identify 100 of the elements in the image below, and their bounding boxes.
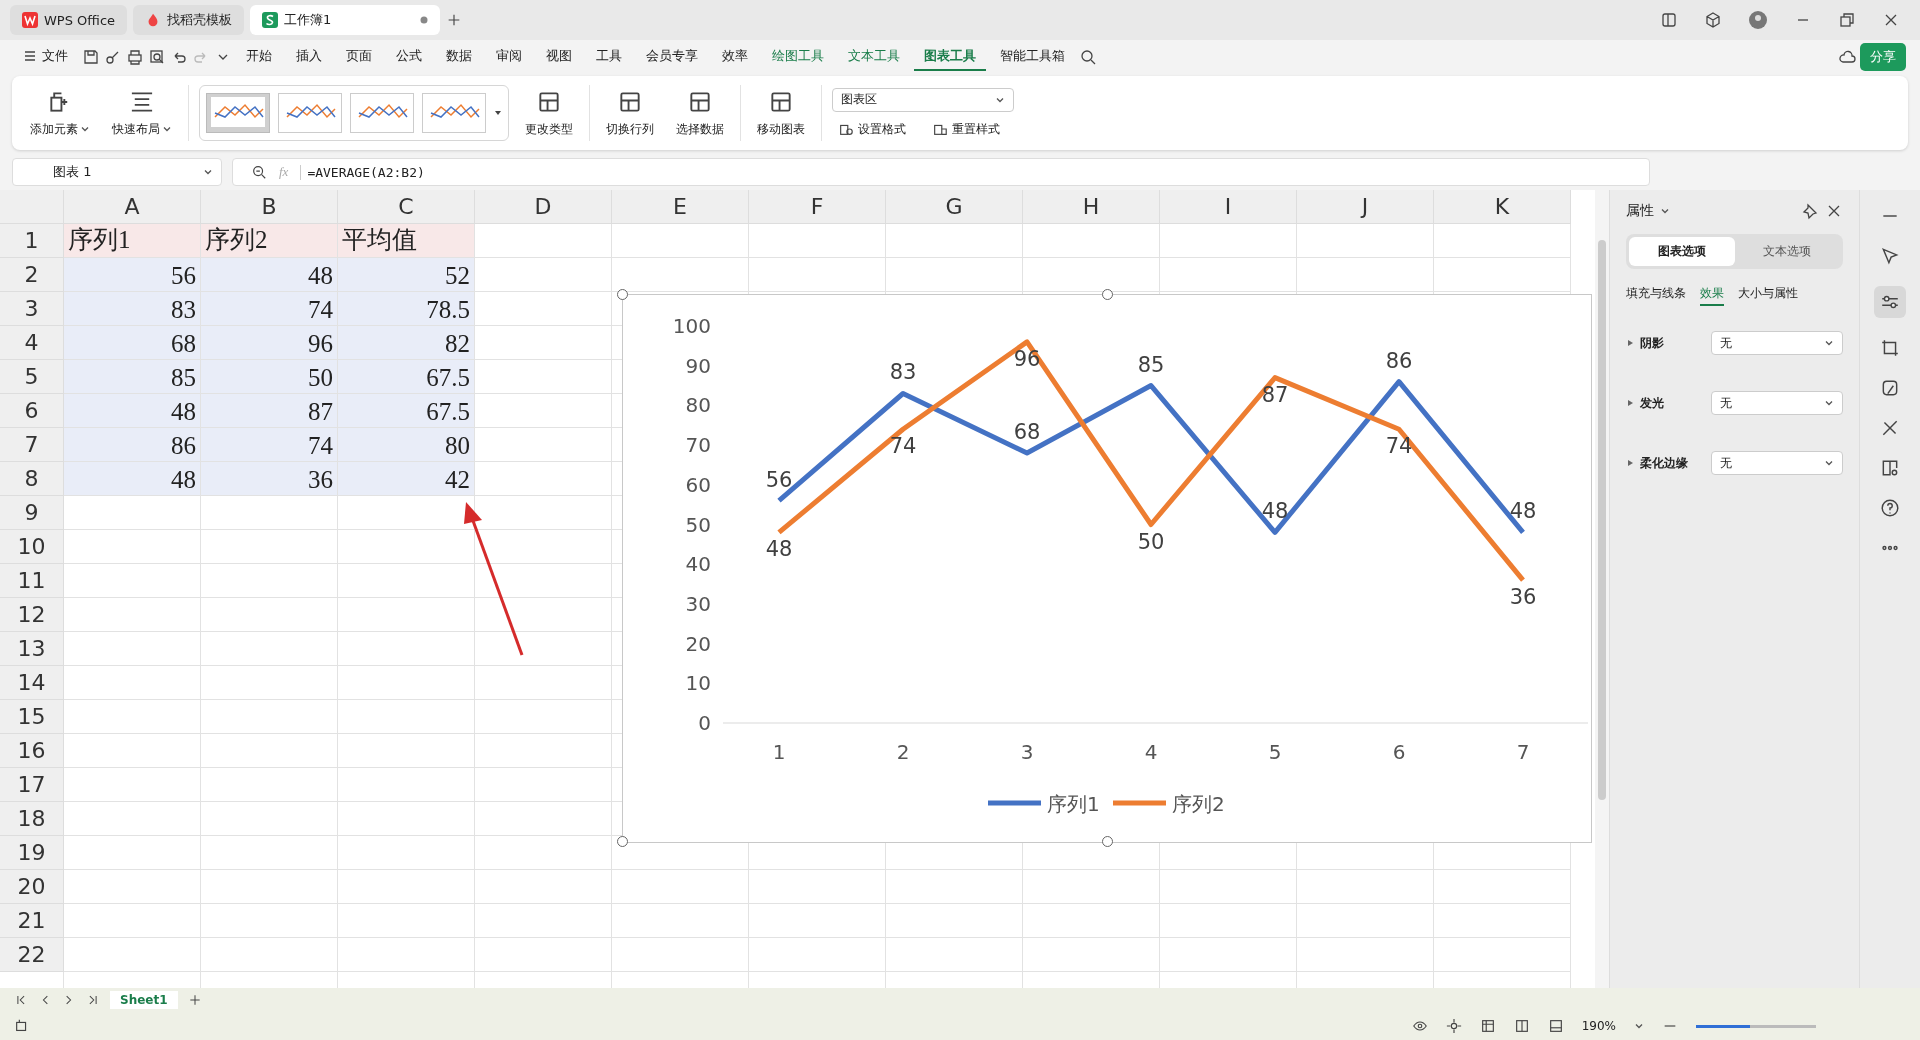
more-styles-icon[interactable] bbox=[494, 109, 502, 117]
column-header[interactable]: G bbox=[886, 190, 1023, 224]
chart-element-dropdown[interactable]: 图表区 bbox=[832, 87, 1014, 112]
menu-tab[interactable]: 工具 bbox=[586, 43, 632, 71]
row-header[interactable]: 1 bbox=[0, 224, 64, 258]
row-header[interactable]: 7 bbox=[0, 428, 64, 462]
ribbon-button[interactable]: 更改类型 bbox=[519, 84, 579, 142]
menu-tab[interactable]: 数据 bbox=[436, 43, 482, 71]
avatar-icon[interactable] bbox=[1748, 10, 1768, 30]
zoom-level[interactable]: 190% bbox=[1581, 1019, 1616, 1033]
chart-style-thumbnail[interactable] bbox=[278, 93, 342, 133]
sheet-tab[interactable]: Sheet1 bbox=[110, 991, 178, 1009]
column-header[interactable]: D bbox=[475, 190, 612, 224]
menu-tab[interactable]: 文本工具 bbox=[838, 43, 910, 71]
ribbon-button[interactable]: 切换行列 bbox=[600, 84, 660, 142]
document-tab[interactable]: 工作簿1 bbox=[250, 5, 441, 35]
panel-tab[interactable]: 文本选项 bbox=[1734, 237, 1840, 266]
book-search-icon[interactable] bbox=[1880, 458, 1900, 478]
set-format-button[interactable]: 设置格式 bbox=[832, 119, 912, 139]
document-tab[interactable]: WPS Office bbox=[10, 5, 128, 35]
properties-button[interactable] bbox=[1874, 286, 1906, 318]
menu-tab[interactable]: 图表工具 bbox=[914, 43, 986, 71]
normal-view-icon[interactable] bbox=[1479, 1018, 1496, 1034]
row-header[interactable]: 22 bbox=[0, 938, 64, 972]
menu-tab[interactable]: 会员专享 bbox=[636, 43, 708, 71]
page-layout-icon[interactable] bbox=[1513, 1018, 1530, 1034]
effect-label[interactable]: 阴影 bbox=[1640, 334, 1664, 352]
effect-dropdown[interactable]: 无 bbox=[1711, 331, 1843, 355]
image-edit-icon[interactable] bbox=[1880, 378, 1900, 398]
column-header[interactable]: B bbox=[201, 190, 338, 224]
row-header[interactable]: 21 bbox=[0, 904, 64, 938]
menu-tab[interactable]: 绘图工具 bbox=[762, 43, 834, 71]
restore-icon[interactable] bbox=[1838, 11, 1856, 29]
share-button[interactable]: 分享 bbox=[1860, 43, 1906, 71]
panel-subtab[interactable]: 填充与线条 bbox=[1626, 283, 1686, 306]
eye-icon[interactable] bbox=[1411, 1018, 1428, 1034]
menu-tab[interactable]: 审阅 bbox=[486, 43, 532, 71]
column-header[interactable]: H bbox=[1023, 190, 1160, 224]
panel-subtab[interactable]: 效果 bbox=[1700, 283, 1724, 306]
column-header[interactable]: C bbox=[338, 190, 475, 224]
save-icon[interactable] bbox=[82, 48, 100, 66]
row-header[interactable]: 8 bbox=[0, 462, 64, 496]
menu-tab[interactable]: 开始 bbox=[236, 43, 282, 71]
row-header[interactable]: 12 bbox=[0, 598, 64, 632]
resize-handle[interactable] bbox=[1102, 836, 1113, 847]
row-header[interactable]: 16 bbox=[0, 734, 64, 768]
menu-tab[interactable]: 公式 bbox=[386, 43, 432, 71]
line-chart[interactable]: 0 10 20 30 40 50 60 70 80 90 100 1 2 3 4 5 6 7 56 83 68 85 48 86 48 48 74 96 50 87 74 36 序列1 序列2 bbox=[622, 294, 1592, 843]
effect-label[interactable]: 发光 bbox=[1640, 394, 1664, 412]
column-header[interactable]: K bbox=[1434, 190, 1571, 224]
resize-handle[interactable] bbox=[1102, 289, 1113, 300]
document-tab[interactable]: 找稻壳模板 bbox=[133, 5, 245, 35]
effect-label[interactable]: 柔化边缘 bbox=[1640, 454, 1688, 472]
chart-style-thumbnail[interactable] bbox=[422, 93, 486, 133]
crop-icon[interactable] bbox=[1880, 338, 1900, 358]
layout-icon[interactable] bbox=[1660, 11, 1678, 29]
column-header[interactable]: F bbox=[749, 190, 886, 224]
quick-layout-button[interactable]: 快速布局 bbox=[106, 84, 178, 142]
row-header[interactable]: 13 bbox=[0, 632, 64, 666]
chart-style-thumbnail[interactable] bbox=[206, 93, 270, 133]
expand-triangle-icon[interactable] bbox=[1626, 339, 1634, 347]
reset-style-button[interactable]: 重置样式 bbox=[926, 119, 1006, 139]
tools-icon[interactable] bbox=[1880, 418, 1900, 438]
row-header[interactable]: 5 bbox=[0, 360, 64, 394]
scrollbar-thumb[interactable] bbox=[1598, 240, 1606, 800]
first-sheet-icon[interactable] bbox=[14, 993, 28, 1007]
menu-tab[interactable]: 页面 bbox=[336, 43, 382, 71]
column-header[interactable]: J bbox=[1297, 190, 1434, 224]
panel-subtab[interactable]: 大小与属性 bbox=[1738, 283, 1798, 306]
row-header[interactable]: 18 bbox=[0, 802, 64, 836]
print-preview-icon[interactable] bbox=[148, 48, 166, 66]
menu-tab[interactable]: 插入 bbox=[286, 43, 332, 71]
move-icon[interactable] bbox=[1445, 1018, 1462, 1034]
chart-style-thumbnail[interactable] bbox=[350, 93, 414, 133]
row-header[interactable]: 20 bbox=[0, 870, 64, 904]
row-header[interactable]: 4 bbox=[0, 326, 64, 360]
name-box[interactable]: 图表 1 bbox=[12, 158, 222, 186]
menu-tab[interactable]: 效率 bbox=[712, 43, 758, 71]
menu-tab[interactable]: 智能工具箱 bbox=[990, 43, 1075, 71]
panel-tab[interactable]: 图表选项 bbox=[1629, 237, 1735, 266]
search-icon[interactable] bbox=[1079, 48, 1097, 66]
ribbon-button[interactable]: 移动图表 bbox=[751, 84, 811, 142]
row-header[interactable]: 19 bbox=[0, 836, 64, 870]
effect-dropdown[interactable]: 无 bbox=[1711, 451, 1843, 475]
row-header[interactable]: 2 bbox=[0, 258, 64, 292]
row-header[interactable]: 14 bbox=[0, 666, 64, 700]
print-icon[interactable] bbox=[126, 48, 144, 66]
pin-icon[interactable] bbox=[1801, 202, 1819, 220]
file-menu[interactable]: 文件 bbox=[14, 43, 78, 71]
row-header[interactable]: 3 bbox=[0, 292, 64, 326]
row-header[interactable]: 6 bbox=[0, 394, 64, 428]
row-header[interactable]: 10 bbox=[0, 530, 64, 564]
resize-handle[interactable] bbox=[617, 289, 628, 300]
formula-field[interactable]: fx =AVERAGE(A2:B2) bbox=[232, 158, 1650, 186]
help-icon[interactable] bbox=[1880, 498, 1900, 518]
zoom-slider-fill[interactable] bbox=[1696, 1024, 1750, 1028]
row-header[interactable]: 17 bbox=[0, 768, 64, 802]
row-header[interactable]: 15 bbox=[0, 700, 64, 734]
cloud-icon[interactable] bbox=[1838, 48, 1856, 66]
effect-dropdown[interactable]: 无 bbox=[1711, 391, 1843, 415]
